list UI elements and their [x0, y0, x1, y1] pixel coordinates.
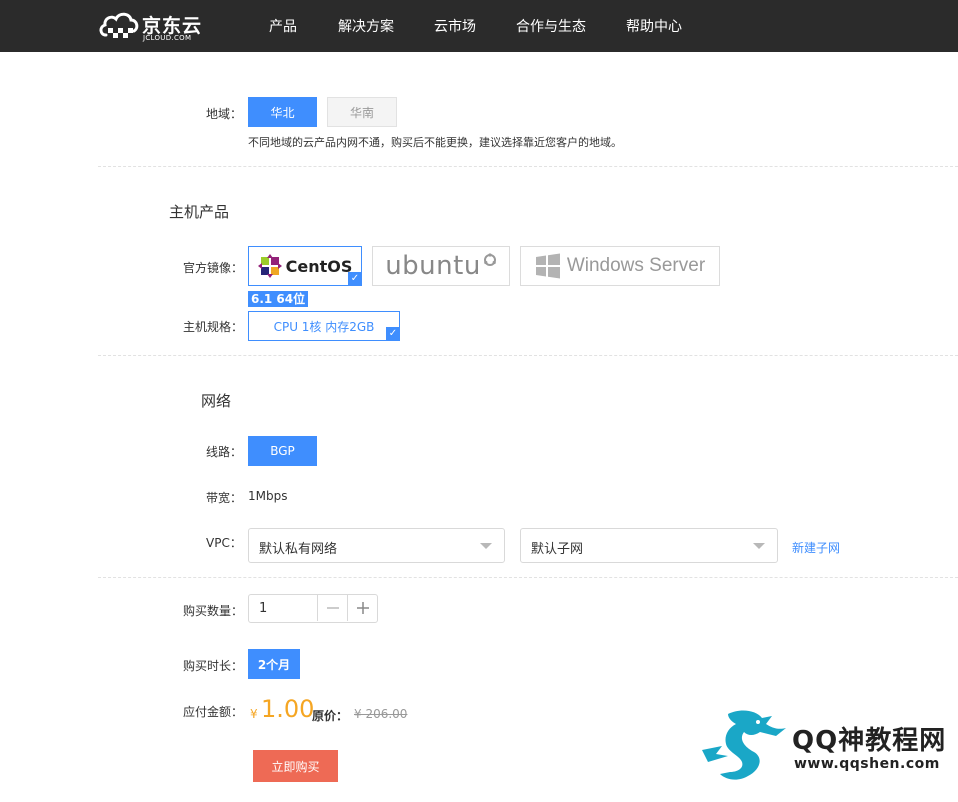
price-value: 1.00 — [261, 695, 315, 723]
section-divider — [98, 166, 958, 167]
price-currency: ¥ — [250, 707, 258, 721]
centos-logo-icon — [257, 254, 282, 278]
vpc-select-value: 默认私有网络 — [259, 542, 338, 557]
quantity-input[interactable] — [249, 595, 317, 621]
image-version-tag: 6.1 64位 — [248, 291, 309, 307]
ubuntu-logo-icon — [483, 253, 496, 266]
new-subnet-link[interactable]: 新建子网 — [792, 539, 840, 556]
nav-item-products[interactable]: 产品 — [269, 16, 297, 36]
region-hint: 不同地域的云产品内网不通，购买后不能更换，建议选择靠近您客户的地域。 — [248, 136, 622, 149]
image-option-windows[interactable]: Windows Server — [520, 246, 720, 286]
bandwidth-value: 1Mbps — [248, 489, 288, 503]
duration-option[interactable]: 2个月 — [248, 649, 300, 679]
line-option-bgp[interactable]: BGP — [248, 436, 317, 466]
watermark-url: www.qqshen.com — [794, 756, 940, 772]
image-label: 官方镜像： — [183, 261, 244, 275]
minus-icon — [326, 607, 339, 609]
nav-item-marketplace[interactable]: 云市场 — [434, 16, 476, 36]
spec-label: 主机规格： — [183, 320, 244, 334]
quantity-label: 购买数量： — [183, 604, 244, 618]
chevron-down-icon — [753, 543, 765, 549]
jcloud-logo[interactable]: 京东云 JCLOUD.COM — [98, 6, 218, 46]
original-price: ¥ 206.00 — [354, 707, 408, 721]
selected-check-icon: ✓ — [348, 272, 362, 286]
windows-label: Windows Server — [566, 255, 706, 276]
nav-item-solutions[interactable]: 解决方案 — [338, 16, 394, 36]
top-navigation-bar: 京东云 JCLOUD.COM 产品 解决方案 云市场 合作与生态 帮助中心 — [0, 0, 958, 52]
host-spec-option[interactable]: CPU 1核 内存2GB ✓ — [248, 311, 400, 341]
vpc-select[interactable]: 默认私有网络 — [248, 528, 505, 563]
centos-label: CentOS — [285, 256, 353, 276]
host-section-title: 主机产品 — [169, 203, 230, 221]
image-option-centos[interactable]: CentOS ✓ — [248, 246, 362, 286]
network-section-title: 网络 — [201, 392, 232, 410]
watermark: QQ神教程网 www.qqshen.com — [698, 706, 958, 790]
section-divider — [98, 577, 958, 578]
ubuntu-label: ubuntu — [385, 251, 481, 281]
logo-text-en: JCLOUD.COM — [143, 34, 192, 42]
duration-label: 购买时长： — [183, 659, 244, 673]
plus-icon — [356, 602, 369, 614]
windows-logo-icon — [535, 253, 560, 279]
increment-button[interactable] — [347, 595, 377, 621]
dragon-logo-icon — [702, 710, 786, 780]
original-price-label: 原价： — [312, 709, 349, 723]
decrement-button[interactable] — [317, 595, 347, 621]
region-label: 地域： — [206, 107, 243, 121]
watermark-title: QQ神教程网 — [792, 726, 947, 756]
image-option-ubuntu[interactable]: ubuntu — [372, 246, 510, 286]
vpc-label: VPC： — [206, 536, 242, 550]
section-divider — [98, 355, 958, 356]
buy-now-button[interactable]: 立即购买 — [253, 750, 338, 782]
nav-item-partners[interactable]: 合作与生态 — [516, 16, 586, 36]
region-option-south[interactable]: 华南 — [327, 97, 397, 127]
subnet-select-value: 默认子网 — [531, 542, 584, 557]
amount-label: 应付金额： — [183, 705, 244, 719]
subnet-select[interactable]: 默认子网 — [520, 528, 778, 563]
cloud-logo-icon — [99, 12, 139, 38]
host-spec-value: CPU 1核 内存2GB — [273, 319, 375, 334]
quantity-stepper — [248, 594, 378, 623]
selected-check-icon: ✓ — [386, 327, 400, 341]
chevron-down-icon — [480, 543, 492, 549]
region-option-north[interactable]: 华北 — [248, 97, 317, 127]
nav-item-help[interactable]: 帮助中心 — [626, 16, 682, 36]
line-label: 线路： — [206, 445, 243, 459]
bandwidth-label: 带宽： — [206, 491, 243, 505]
